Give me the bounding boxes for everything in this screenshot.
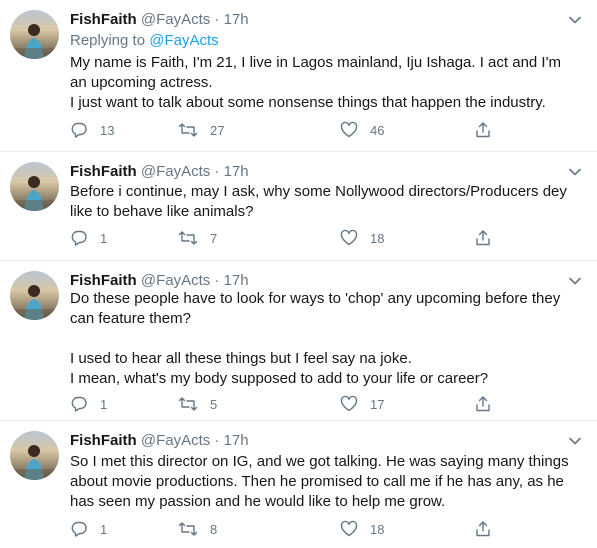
share-icon bbox=[476, 396, 490, 412]
display-name[interactable]: FishFaith bbox=[70, 163, 137, 180]
reply-button[interactable]: 1 bbox=[70, 228, 107, 248]
like-button[interactable]: 18 bbox=[340, 519, 384, 539]
retweet-count: 7 bbox=[210, 230, 218, 246]
retweet-count: 27 bbox=[210, 122, 225, 138]
like-button[interactable]: 46 bbox=[340, 120, 384, 140]
tweet[interactable]: FishFaith @FayActs · 17h Replying to @Fa… bbox=[0, 0, 597, 152]
tweet-actions: 13 27 46 bbox=[70, 120, 510, 140]
avatar[interactable] bbox=[10, 162, 59, 211]
share-button[interactable] bbox=[474, 120, 504, 140]
username[interactable]: @FayActs bbox=[141, 11, 210, 28]
reply-icon bbox=[71, 122, 87, 138]
separator-dot: · bbox=[214, 163, 220, 180]
username[interactable]: @FayActs bbox=[141, 163, 210, 180]
retweet-icon bbox=[178, 522, 198, 536]
heart-icon bbox=[340, 520, 358, 537]
tweet[interactable]: FishFaith @FayActs · 17h Before i contin… bbox=[0, 152, 597, 261]
replying-to-mention[interactable]: @FayActs bbox=[149, 32, 218, 49]
timestamp[interactable]: 17h bbox=[224, 11, 249, 28]
tweet-actions: 1 7 18 bbox=[70, 228, 510, 248]
retweet-count: 5 bbox=[210, 396, 218, 412]
avatar[interactable] bbox=[10, 271, 59, 320]
replying-to: Replying to @FayActs bbox=[70, 31, 219, 51]
like-button[interactable]: 18 bbox=[340, 228, 384, 248]
reply-button[interactable]: 1 bbox=[70, 394, 107, 414]
chevron-down-icon[interactable] bbox=[567, 273, 583, 289]
reply-count: 13 bbox=[100, 122, 115, 138]
display-name[interactable]: FishFaith bbox=[70, 432, 137, 449]
username[interactable]: @FayActs bbox=[141, 432, 210, 449]
avatar[interactable] bbox=[10, 10, 59, 59]
tweet-text: Do these people have to look for ways to… bbox=[70, 290, 561, 387]
retweet-icon bbox=[178, 123, 198, 137]
tweet-actions: 1 8 18 bbox=[70, 519, 510, 539]
retweet-button[interactable]: 5 bbox=[178, 394, 217, 414]
tweet[interactable]: FishFaith @FayActs · 17h So I met this d… bbox=[0, 421, 597, 548]
tweet[interactable]: FishFaith @FayActs · 17h Do these people… bbox=[0, 261, 597, 421]
separator-dot: · bbox=[214, 432, 220, 449]
share-button[interactable] bbox=[474, 394, 504, 414]
reply-count: 1 bbox=[100, 230, 108, 246]
reply-count: 1 bbox=[100, 521, 108, 537]
retweet-button[interactable]: 8 bbox=[178, 519, 217, 539]
tweet-text: Before i continue, may I ask, why some N… bbox=[70, 183, 572, 220]
tweet-thread: FishFaith @FayActs · 17h Replying to @Fa… bbox=[0, 0, 597, 548]
share-icon bbox=[476, 521, 490, 537]
tweet-actions: 1 5 17 bbox=[70, 394, 510, 414]
share-icon bbox=[476, 122, 490, 138]
reply-icon bbox=[71, 521, 87, 537]
tweet-header: FishFaith @FayActs · 17h bbox=[70, 271, 249, 291]
chevron-down-icon[interactable] bbox=[567, 433, 583, 449]
like-count: 46 bbox=[370, 122, 385, 138]
replying-to-label: Replying to bbox=[70, 32, 146, 49]
separator-dot: · bbox=[214, 272, 220, 289]
tweet-header: FishFaith @FayActs · 17h bbox=[70, 10, 249, 30]
chevron-down-icon[interactable] bbox=[567, 164, 583, 180]
display-name[interactable]: FishFaith bbox=[70, 272, 137, 289]
timestamp[interactable]: 17h bbox=[224, 272, 249, 289]
avatar[interactable] bbox=[10, 431, 59, 480]
display-name[interactable]: FishFaith bbox=[70, 11, 137, 28]
tweet-header: FishFaith @FayActs · 17h bbox=[70, 431, 249, 451]
retweet-button[interactable]: 27 bbox=[178, 120, 224, 140]
retweet-icon bbox=[178, 231, 198, 245]
reply-icon bbox=[71, 230, 87, 246]
share-button[interactable] bbox=[474, 519, 504, 539]
tweet-text: My name is Faith, I'm 21, I live in Lago… bbox=[70, 54, 561, 111]
like-count: 17 bbox=[370, 396, 385, 412]
like-count: 18 bbox=[370, 230, 385, 246]
reply-icon bbox=[71, 396, 87, 412]
chevron-down-icon[interactable] bbox=[567, 12, 583, 28]
reply-count: 1 bbox=[100, 396, 108, 412]
retweet-icon bbox=[178, 397, 198, 411]
tweet-text: So I met this director on IG, and we got… bbox=[70, 453, 573, 510]
separator-dot: · bbox=[214, 11, 220, 28]
heart-icon bbox=[340, 229, 358, 246]
timestamp[interactable]: 17h bbox=[224, 432, 249, 449]
reply-button[interactable]: 13 bbox=[70, 120, 114, 140]
share-icon bbox=[476, 230, 490, 246]
retweet-count: 8 bbox=[210, 521, 218, 537]
heart-icon bbox=[340, 121, 358, 138]
share-button[interactable] bbox=[474, 228, 504, 248]
like-count: 18 bbox=[370, 521, 385, 537]
heart-icon bbox=[340, 395, 358, 412]
tweet-header: FishFaith @FayActs · 17h bbox=[70, 162, 249, 182]
retweet-button[interactable]: 7 bbox=[178, 228, 217, 248]
reply-button[interactable]: 1 bbox=[70, 519, 107, 539]
like-button[interactable]: 17 bbox=[340, 394, 384, 414]
username[interactable]: @FayActs bbox=[141, 272, 210, 289]
timestamp[interactable]: 17h bbox=[224, 163, 249, 180]
